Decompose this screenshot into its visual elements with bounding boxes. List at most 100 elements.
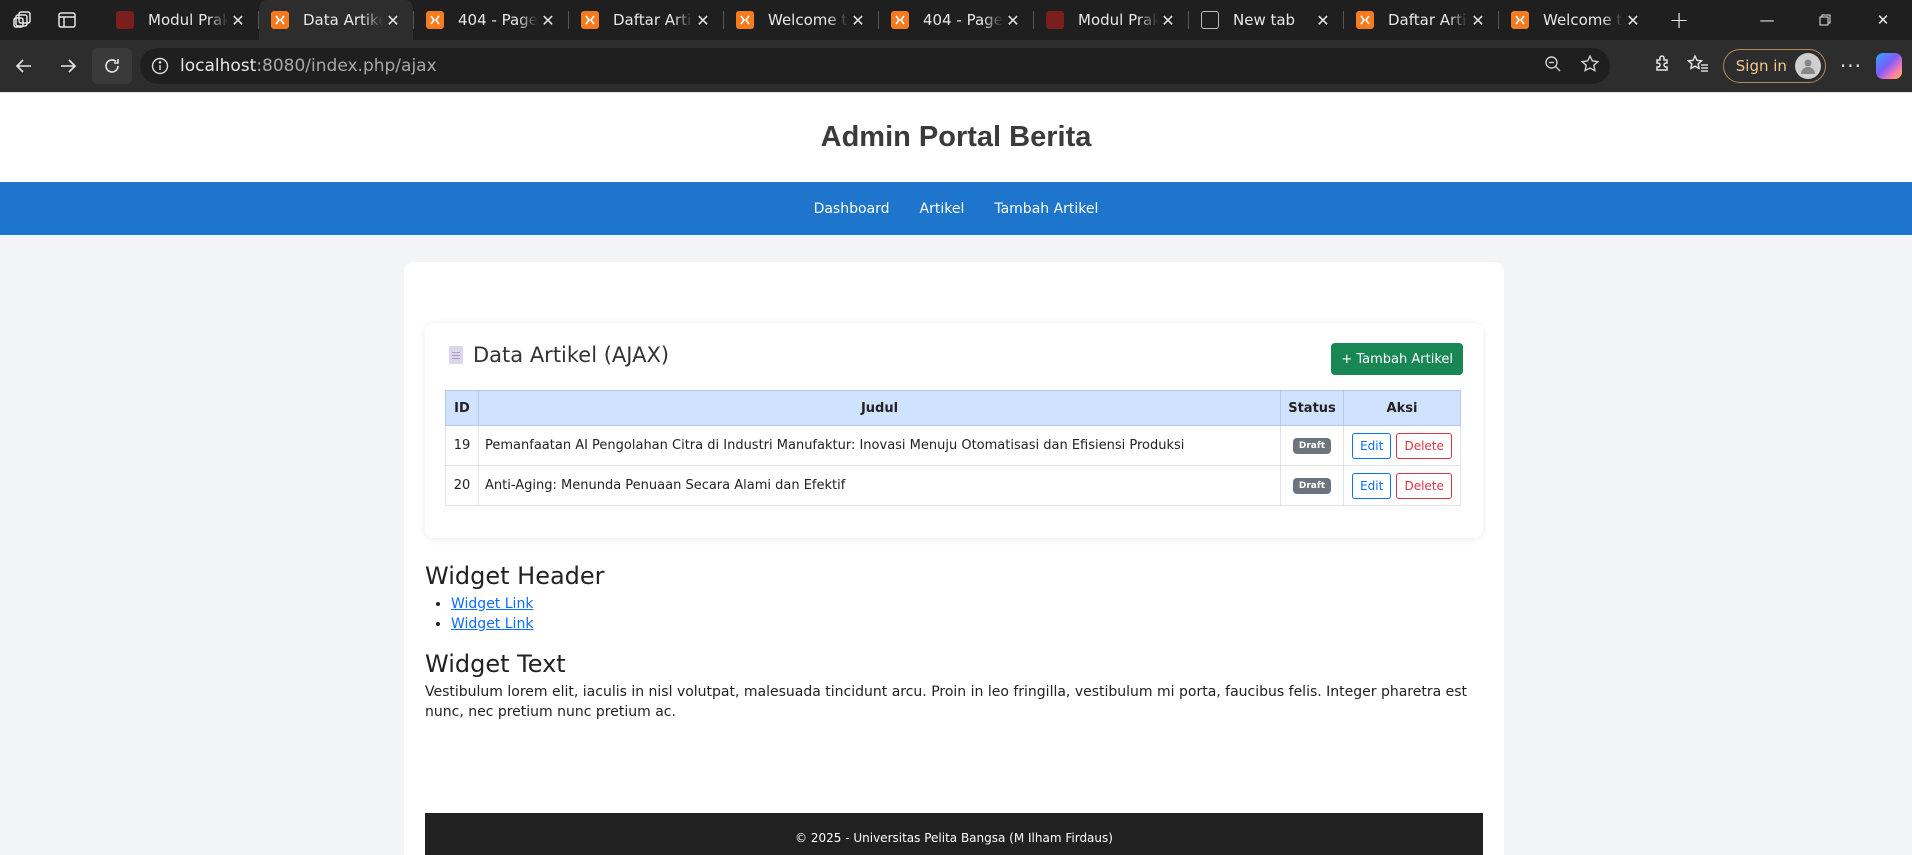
close-tab-icon[interactable]: ✕ xyxy=(1158,11,1178,30)
favorites-icon[interactable] xyxy=(1686,54,1709,78)
site-header: Admin Portal Berita xyxy=(0,92,1912,182)
xampp-icon xyxy=(736,11,754,29)
close-tab-icon[interactable]: ✕ xyxy=(383,11,403,30)
xampp-icon xyxy=(1511,11,1529,29)
delete-button[interactable]: Delete xyxy=(1396,472,1452,499)
pdf-icon xyxy=(1046,11,1064,29)
tab-label: Welcome to CodeIgniter xyxy=(1543,11,1623,29)
footer-text: © 2025 - Universitas Pelita Bangsa (M Il… xyxy=(795,831,1113,845)
copilot-icon[interactable] xyxy=(1876,53,1902,79)
close-tab-icon[interactable]: ✕ xyxy=(1003,11,1023,30)
more-options-icon[interactable]: ··· xyxy=(1840,54,1862,78)
articles-table: ID Judul Status Aksi 19 Pemanfaatan AI P… xyxy=(445,390,1461,506)
tab-actions-icon[interactable] xyxy=(56,9,78,31)
newtab-icon xyxy=(1201,11,1219,29)
favorite-star-icon[interactable] xyxy=(1580,54,1600,78)
widget-link[interactable]: Widget Link xyxy=(451,616,533,632)
close-tab-icon[interactable]: ✕ xyxy=(1313,11,1333,30)
cell-aksi: Edit Delete xyxy=(1343,425,1461,466)
close-tab-icon[interactable]: ✕ xyxy=(1468,11,1488,30)
close-tab-icon[interactable]: ✕ xyxy=(693,11,713,30)
new-tab-button[interactable]: + xyxy=(1659,6,1699,34)
forward-button[interactable] xyxy=(48,48,88,84)
table-row: 19 Pemanfaatan AI Pengolahan Citra di In… xyxy=(445,425,1461,466)
workspaces-icon[interactable] xyxy=(12,9,34,31)
tab-strip: Modul Praktikum✕Data Artikel✕404 - Page … xyxy=(104,0,1653,40)
restore-button[interactable] xyxy=(1796,0,1854,40)
browser-tab[interactable]: Daftar Artikel✕ xyxy=(1344,0,1498,40)
cell-aksi: Edit Delete xyxy=(1343,465,1461,506)
document-icon xyxy=(449,346,463,364)
widget-text-body: Vestibulum lorem elit, iaculis in nisl v… xyxy=(425,684,1468,720)
column-header-judul: Judul xyxy=(478,390,1281,426)
browser-tab[interactable]: 404 - Page Not Found✕ xyxy=(414,0,568,40)
sign-in-button[interactable]: Sign in xyxy=(1722,49,1826,83)
close-window-button[interactable]: ✕ xyxy=(1854,0,1912,40)
browser-tab[interactable]: Data Artikel ✕ xyxy=(259,0,413,40)
cell-id: 19 xyxy=(445,425,479,466)
tab-label: Modul Praktikum xyxy=(1078,11,1158,29)
tab-label: 404 - Page Not Found xyxy=(458,11,538,29)
column-header-id: ID xyxy=(445,390,479,426)
browser-tab[interactable]: Modul Praktikum✕ xyxy=(1034,0,1188,40)
cell-id: 20 xyxy=(445,465,479,506)
widget-text-title: Widget Text xyxy=(425,650,566,678)
list-item: Widget Link xyxy=(451,594,1485,614)
nav-tambah-artikel-link[interactable]: Tambah Artikel xyxy=(994,201,1098,217)
browser-tab[interactable]: Modul Praktikum✕ xyxy=(104,0,258,40)
nav-artikel-link[interactable]: Artikel xyxy=(920,201,965,217)
widget-link[interactable]: Widget Link xyxy=(451,596,533,612)
edit-button[interactable]: Edit xyxy=(1352,472,1392,499)
reload-button[interactable] xyxy=(92,48,132,84)
edit-button[interactable]: Edit xyxy=(1352,432,1392,459)
widget-header-title: Widget Header xyxy=(425,562,605,590)
browser-tab[interactable]: New tab ✕ xyxy=(1189,0,1343,40)
xampp-icon xyxy=(271,11,289,29)
delete-button[interactable]: Delete xyxy=(1396,432,1452,459)
browser-tab[interactable]: Daftar Artikel✕ xyxy=(569,0,723,40)
close-tab-icon[interactable]: ✕ xyxy=(538,11,558,30)
tab-label: Data Artikel xyxy=(303,11,383,29)
url-input[interactable]: localhost:8080/index.php/ajax xyxy=(140,48,1610,84)
pdf-icon xyxy=(116,11,134,29)
close-tab-icon[interactable]: ✕ xyxy=(848,11,868,30)
articles-card: Data Artikel (AJAX) + Tambah Artikel ID … xyxy=(425,323,1483,538)
cell-judul: Anti-Aging: Menunda Penuaan Secara Alami… xyxy=(478,465,1281,506)
column-header-status: Status xyxy=(1280,390,1344,426)
browser-tab[interactable]: 404 - Page Not Found✕ xyxy=(879,0,1033,40)
tab-label: Modul Praktikum xyxy=(148,11,228,29)
site-info-icon[interactable] xyxy=(140,57,180,75)
site-footer: © 2025 - Universitas Pelita Bangsa (M Il… xyxy=(425,813,1483,855)
close-tab-icon[interactable]: ✕ xyxy=(228,11,248,30)
xampp-icon xyxy=(1356,11,1374,29)
xampp-icon xyxy=(891,11,909,29)
browser-tab[interactable]: Welcome to CodeIgniter✕ xyxy=(1499,0,1653,40)
tab-label: Daftar Artikel xyxy=(1388,11,1468,29)
widget-link-list: Widget Link Widget Link xyxy=(451,594,1485,634)
tab-label: Welcome to CodeIgniter xyxy=(768,11,848,29)
zoom-out-icon[interactable] xyxy=(1544,55,1562,77)
status-badge: Draft xyxy=(1292,478,1332,494)
xampp-icon xyxy=(581,11,599,29)
articles-heading: Data Artikel (AJAX) xyxy=(449,343,669,367)
widget-text-section: Widget Text Vestibulum lorem elit, iacul… xyxy=(425,650,1485,722)
extensions-icon[interactable] xyxy=(1653,54,1673,78)
tab-label: New tab xyxy=(1233,11,1296,29)
avatar-icon xyxy=(1794,53,1821,79)
window-controls: — ✕ xyxy=(1738,0,1912,40)
close-tab-icon[interactable]: ✕ xyxy=(1623,11,1643,30)
content-container: Data Artikel (AJAX) + Tambah Artikel ID … xyxy=(404,262,1504,855)
browser-tab[interactable]: Welcome to CodeIgniter✕ xyxy=(724,0,878,40)
address-bar-row: localhost:8080/index.php/ajax Sign in ··… xyxy=(0,40,1912,92)
back-button[interactable] xyxy=(4,48,44,84)
status-badge: Draft xyxy=(1292,438,1332,454)
tab-label: Daftar Artikel xyxy=(613,11,693,29)
cell-status: Draft xyxy=(1280,465,1344,506)
minimize-button[interactable]: — xyxy=(1738,0,1796,40)
list-item: Widget Link xyxy=(451,614,1485,634)
table-header-row: ID Judul Status Aksi xyxy=(445,390,1461,426)
table-row: 20 Anti-Aging: Menunda Penuaan Secara Al… xyxy=(445,465,1461,506)
xampp-icon xyxy=(426,11,444,29)
nav-dashboard-link[interactable]: Dashboard xyxy=(814,201,890,217)
add-article-button[interactable]: + Tambah Artikel xyxy=(1331,343,1463,375)
